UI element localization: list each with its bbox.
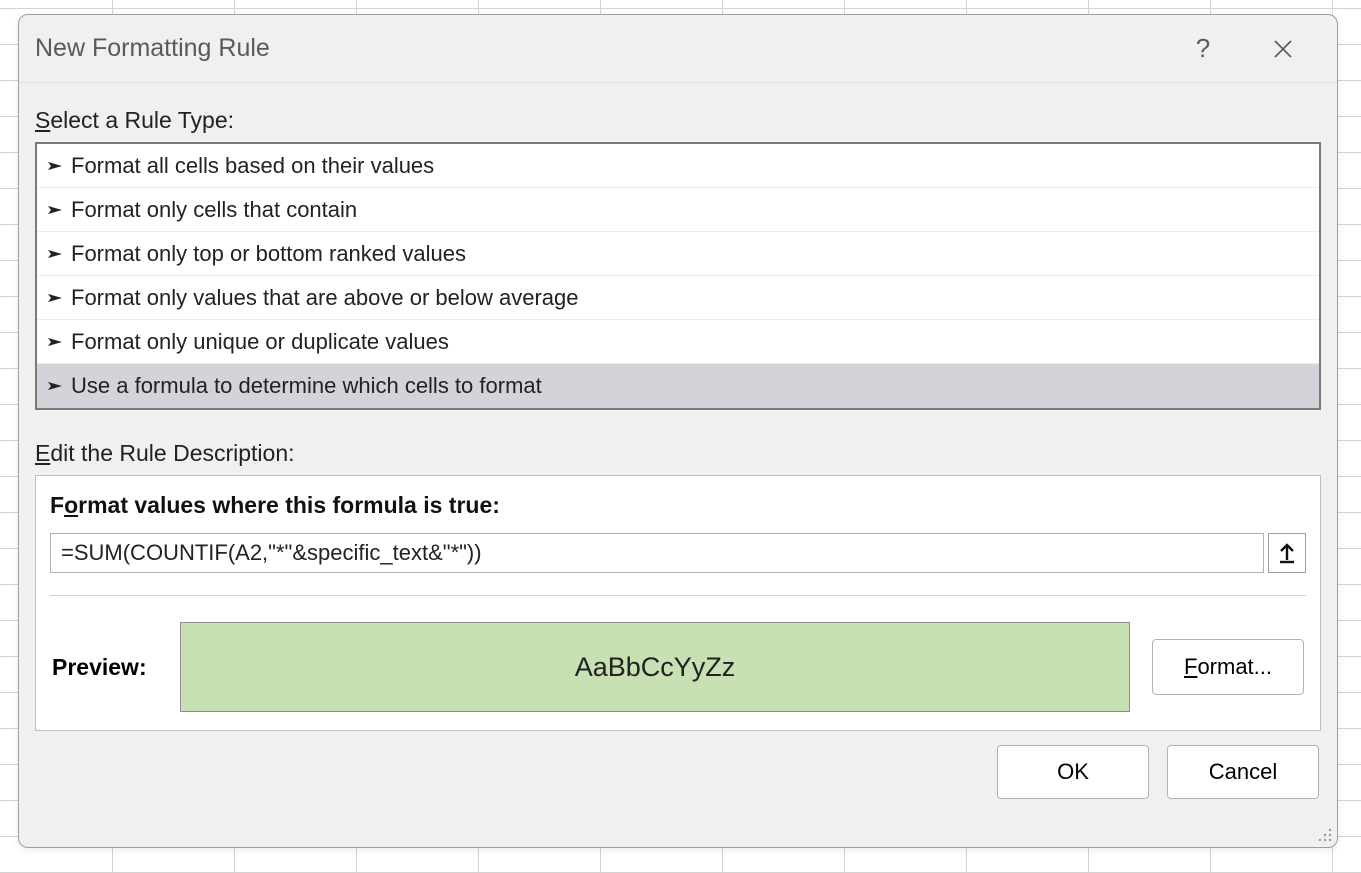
rule-type-item[interactable]: Format all cells based on their values	[37, 144, 1319, 188]
rule-type-label: Format only unique or duplicate values	[71, 329, 449, 355]
help-icon: ?	[1196, 33, 1210, 64]
rule-type-item[interactable]: Format only top or bottom ranked values	[37, 232, 1319, 276]
formula-input[interactable]	[50, 533, 1264, 573]
close-button[interactable]	[1253, 23, 1313, 75]
rule-type-item[interactable]: Format only unique or duplicate values	[37, 320, 1319, 364]
rule-type-label: Format all cells based on their values	[71, 153, 434, 179]
bullet-arrow-icon	[47, 160, 63, 172]
bullet-arrow-icon	[47, 292, 63, 304]
dialog-body: Select a Rule Type: Format all cells bas…	[19, 83, 1337, 847]
format-values-heading: Format values where this formula is true…	[50, 492, 1306, 519]
range-picker-button[interactable]	[1268, 533, 1306, 573]
dialog-button-row: OK Cancel	[35, 745, 1321, 799]
rule-type-label: Format only values that are above or bel…	[71, 285, 579, 311]
dialog-titlebar: New Formatting Rule ?	[19, 15, 1337, 83]
preview-row: Preview: AaBbCcYyZz Format...	[50, 622, 1306, 712]
preview-label: Preview:	[52, 654, 158, 681]
close-icon	[1273, 39, 1293, 59]
rule-type-label: Format only top or bottom ranked values	[71, 241, 466, 267]
ok-button[interactable]: OK	[997, 745, 1149, 799]
select-rule-type-label: Select a Rule Type:	[35, 107, 1321, 134]
bullet-arrow-icon	[47, 336, 63, 348]
resize-grip[interactable]	[1317, 827, 1333, 843]
rule-type-list[interactable]: Format all cells based on their values F…	[35, 142, 1321, 410]
bullet-arrow-icon	[47, 380, 63, 392]
help-button[interactable]: ?	[1173, 23, 1233, 75]
preview-swatch: AaBbCcYyZz	[180, 622, 1130, 712]
rule-type-label: Use a formula to determine which cells t…	[71, 373, 542, 399]
formula-row	[50, 533, 1306, 573]
cancel-button[interactable]: Cancel	[1167, 745, 1319, 799]
rule-type-item[interactable]: Format only values that are above or bel…	[37, 276, 1319, 320]
bullet-arrow-icon	[47, 204, 63, 216]
bullet-arrow-icon	[47, 248, 63, 260]
edit-rule-description-label: Edit the Rule Description:	[35, 440, 1321, 467]
rule-type-label: Format only cells that contain	[71, 197, 357, 223]
format-button[interactable]: Format...	[1152, 639, 1304, 695]
rule-description-box: Format values where this formula is true…	[35, 475, 1321, 731]
resize-grip-icon	[1317, 827, 1333, 843]
preview-sample-text: AaBbCcYyZz	[575, 652, 736, 683]
divider	[50, 595, 1306, 596]
dialog-title: New Formatting Rule	[35, 34, 1153, 63]
collapse-dialog-icon	[1278, 542, 1296, 564]
new-formatting-rule-dialog: New Formatting Rule ? Select a Rule Type…	[18, 14, 1338, 848]
rule-type-item[interactable]: Format only cells that contain	[37, 188, 1319, 232]
rule-type-item[interactable]: Use a formula to determine which cells t…	[37, 364, 1319, 408]
